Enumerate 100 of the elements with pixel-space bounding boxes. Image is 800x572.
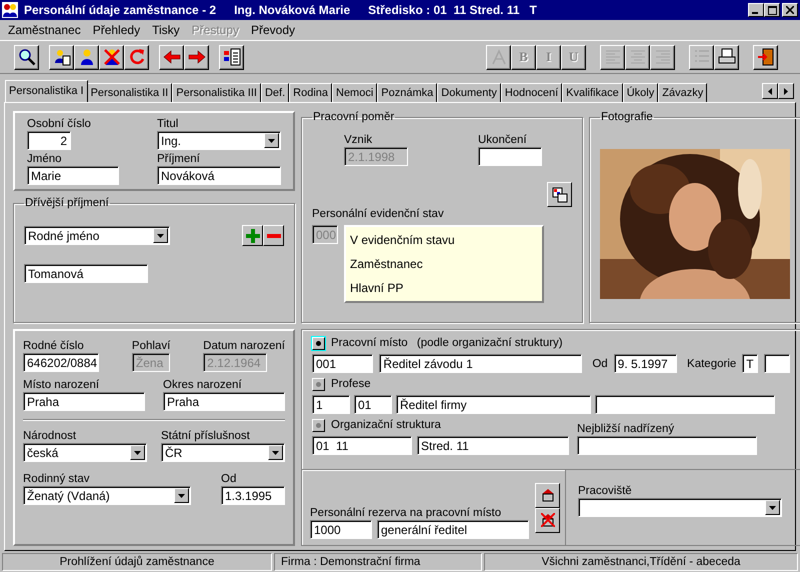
toolbar-button[interactable]: [184, 44, 209, 70]
plus-icon: [246, 228, 260, 242]
maximize-button[interactable]: [764, 3, 780, 17]
assign-button[interactable]: [535, 482, 560, 508]
input-field[interactable]: 001: [312, 354, 374, 373]
input-field[interactable]: generální ředitel: [377, 520, 529, 539]
input-field[interactable]: [577, 436, 757, 455]
input-field[interactable]: Praha: [23, 392, 145, 411]
input-field[interactable]: [595, 395, 775, 414]
employee-name: Ing. Nováková Marie: [234, 3, 350, 17]
status-text: Hlavní PP: [350, 281, 404, 295]
remove-button[interactable]: [263, 225, 284, 246]
status-button[interactable]: [547, 182, 572, 207]
input-field[interactable]: 1000: [310, 520, 372, 539]
field-label: Personální evidenční stav: [312, 208, 444, 220]
dropdown-button[interactable]: [268, 445, 283, 460]
menu-item[interactable]: Zaměstnanec: [8, 23, 81, 37]
status-text: Firma : Demonstrační firma: [274, 553, 482, 571]
dropdown[interactable]: česká: [23, 443, 147, 462]
input-field[interactable]: [764, 354, 790, 373]
tab[interactable]: Nemoci: [332, 83, 378, 102]
field-label: Kategorie: [687, 356, 736, 370]
dropdown[interactable]: [578, 498, 782, 517]
refresh-icon: [128, 48, 146, 66]
input-field[interactable]: Ředitel firmy: [396, 395, 591, 414]
input-field[interactable]: Praha: [163, 392, 285, 411]
group-title: Fotografie: [600, 111, 654, 123]
tab[interactable]: Úkoly: [622, 83, 658, 102]
input-field[interactable]: 1.3.1995: [221, 486, 285, 505]
printer-icon: [718, 48, 736, 66]
field-label: Personální rezerva na pracovní místo: [310, 506, 502, 520]
caret-icon: [178, 494, 185, 498]
dropdown[interactable]: Rodné jméno: [24, 226, 170, 245]
input-field[interactable]: T: [742, 354, 758, 373]
radio-button[interactable]: [312, 336, 325, 350]
input-field[interactable]: Ředitel závodu 1: [379, 354, 582, 373]
input-field[interactable]: [478, 147, 542, 166]
tab[interactable]: Dokumenty: [437, 83, 501, 102]
tab[interactable]: Závazky: [658, 83, 708, 102]
unassign-button[interactable]: [535, 508, 560, 532]
tab[interactable]: Rodina: [289, 83, 332, 102]
toolbar-button[interactable]: [159, 44, 184, 70]
dropdown-button[interactable]: [765, 500, 780, 515]
input-field[interactable]: Marie: [27, 166, 119, 185]
dropdown[interactable]: Ing.: [157, 131, 281, 150]
menu-item[interactable]: Převody: [251, 23, 296, 37]
tab[interactable]: Def.: [260, 83, 290, 102]
house-icon: [540, 488, 554, 502]
dropdown-button[interactable]: [174, 488, 189, 503]
dropdown-button[interactable]: [264, 133, 279, 148]
close-icon: [786, 6, 794, 14]
radio-button[interactable]: [312, 418, 325, 432]
add-button[interactable]: [242, 225, 263, 246]
dropdown-button[interactable]: [130, 445, 145, 460]
tab[interactable]: Hodnocení: [500, 83, 562, 102]
tab[interactable]: Personalistika I: [5, 80, 88, 102]
toolbar-button[interactable]: [74, 44, 99, 70]
person-document-icon: [52, 48, 70, 66]
input-field[interactable]: 1: [312, 395, 350, 414]
menu-item[interactable]: Přehledy: [92, 23, 140, 37]
scroll-left-button[interactable]: [762, 83, 778, 99]
field-label: Organizační struktura: [331, 418, 441, 432]
field-label: Vznik: [344, 133, 374, 147]
radio-button[interactable]: [312, 378, 325, 390]
toolbar-button[interactable]: [14, 44, 39, 70]
input-field[interactable]: 01: [354, 395, 392, 414]
menu-item[interactable]: Tisky: [152, 23, 180, 37]
group-title: Pracovní poměr: [312, 111, 396, 123]
input-field[interactable]: Nováková: [157, 166, 281, 185]
scroll-right-button[interactable]: [778, 83, 794, 99]
tab[interactable]: Personalistika II: [86, 83, 172, 102]
toolbar-button[interactable]: [99, 44, 124, 70]
minimize-button[interactable]: [748, 3, 764, 17]
tab[interactable]: Poznámka: [377, 83, 438, 102]
dropdown-button[interactable]: [153, 228, 168, 243]
cost-center: Středisko : 01 11 Stred. 11 T: [368, 3, 537, 17]
search-icon: [18, 48, 36, 66]
align-right-icon: [654, 48, 672, 66]
tab[interactable]: Personalistika III: [172, 83, 261, 102]
toolbar-button[interactable]: [714, 44, 739, 70]
input-field[interactable]: Tomanová: [24, 264, 148, 283]
toolbar-button[interactable]: [124, 44, 149, 70]
tab[interactable]: Kvalifikace: [562, 83, 623, 102]
field-label: Rodinný stav: [23, 472, 90, 486]
toolbar-button[interactable]: [49, 44, 74, 70]
toolbar-button[interactable]: [219, 44, 244, 70]
input-field[interactable]: 2: [27, 131, 71, 150]
close-button[interactable]: [782, 3, 798, 17]
toolbar-button[interactable]: [753, 44, 778, 70]
arrow-right-icon: [188, 48, 206, 66]
input-field[interactable]: 01 11: [312, 436, 412, 455]
caret-icon: [268, 138, 275, 142]
input-field[interactable]: Stred. 11: [417, 436, 569, 455]
status-text: Všichni zaměstnanci,Třídění - abeceda: [484, 553, 798, 571]
input-field[interactable]: 9. 5.1997: [614, 354, 678, 373]
dropdown[interactable]: Ženatý (Vdaná): [23, 486, 191, 505]
right-arrow-icon: [784, 88, 788, 94]
input-field[interactable]: 646202/0884: [23, 353, 99, 372]
caret-icon: [134, 450, 141, 454]
dropdown[interactable]: ČR: [161, 443, 285, 462]
